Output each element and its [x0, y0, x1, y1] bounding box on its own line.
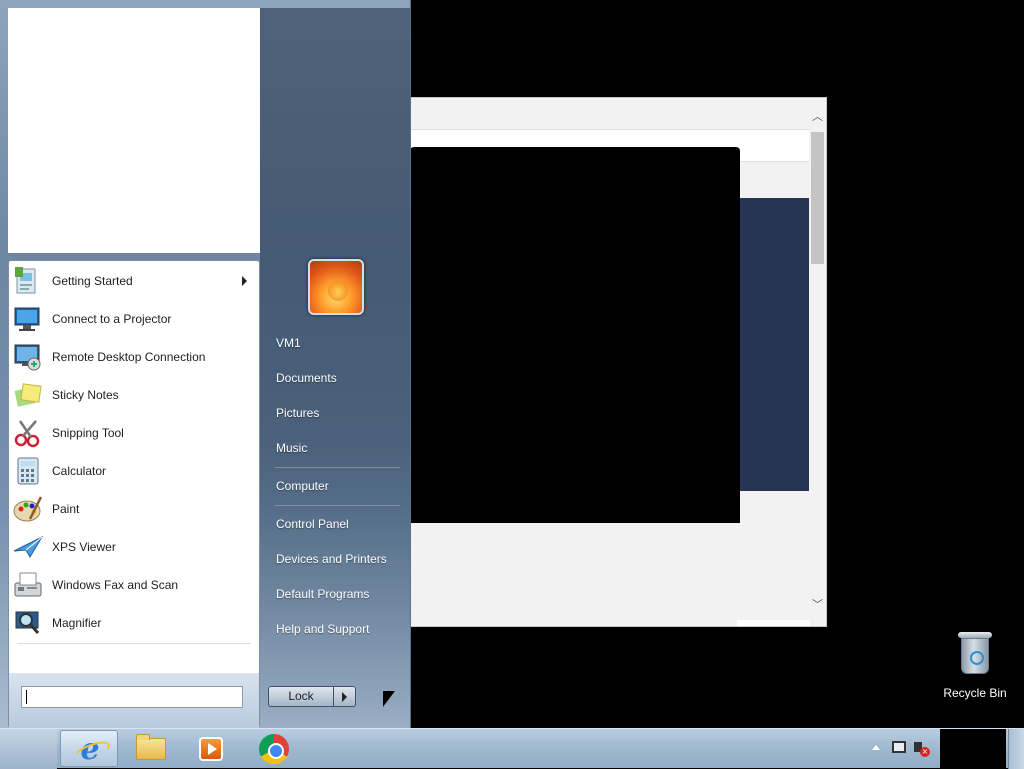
link-user-folder[interactable]: VM1 — [276, 336, 301, 350]
shutdown-options-button[interactable] — [334, 686, 356, 707]
video-overlay — [410, 147, 740, 523]
sticky-notes-icon — [12, 379, 44, 411]
submenu-arrow-icon[interactable] — [242, 276, 247, 286]
program-getting-started[interactable]: Getting Started — [9, 263, 259, 299]
program-connect-projector[interactable]: Connect to a Projector — [9, 301, 259, 337]
program-label: Connect to a Projector — [52, 312, 172, 326]
program-list-divider — [17, 643, 251, 644]
right-links-divider — [274, 505, 400, 506]
getting-started-icon — [12, 265, 44, 297]
remote-desktop-icon — [12, 341, 44, 373]
taskbar: e × — [0, 728, 1024, 769]
recycle-bin-label: Recycle Bin — [943, 686, 1007, 700]
link-help-support[interactable]: Help and Support — [276, 622, 369, 636]
start-menu-right-pane — [260, 8, 410, 728]
fax-icon — [12, 569, 44, 601]
program-label: Windows Fax and Scan — [52, 578, 179, 592]
start-menu: Getting Started Connect to a Projector R… — [0, 0, 411, 728]
taskbar-media-player[interactable] — [183, 730, 241, 767]
paint-palette-icon — [12, 493, 44, 525]
network-icon[interactable] — [892, 741, 906, 753]
recycle-bin[interactable]: Recycle Bin — [940, 630, 1010, 700]
program-fax-scan[interactable]: Windows Fax and Scan — [9, 567, 259, 603]
scroll-down-icon[interactable]: ﹀ — [811, 596, 824, 612]
mouse-cursor-icon — [383, 691, 395, 707]
muted-x-icon: × — [920, 747, 930, 757]
program-label: Getting Started — [52, 274, 133, 288]
clock-area[interactable] — [940, 729, 1006, 769]
taskbar-chrome[interactable] — [245, 730, 303, 767]
program-snipping-tool[interactable]: Snipping Tool — [9, 415, 259, 451]
program-sticky-notes[interactable]: Sticky Notes — [9, 377, 259, 413]
projector-icon — [12, 303, 44, 335]
link-computer[interactable]: Computer — [276, 479, 329, 493]
internet-explorer-icon: e — [75, 735, 105, 765]
program-magnifier[interactable]: Magnifier — [9, 605, 259, 641]
system-tray: × — [864, 729, 940, 769]
link-default-programs[interactable]: Default Programs — [276, 587, 369, 601]
link-control-panel[interactable]: Control Panel — [276, 517, 349, 531]
chevron-right-icon — [342, 692, 347, 702]
link-music[interactable]: Music — [276, 441, 307, 455]
scrollbar-thumb[interactable] — [811, 132, 824, 264]
file-explorer-icon — [136, 734, 166, 760]
program-list-pane: Getting Started Connect to a Projector R… — [8, 260, 260, 728]
program-label: Sticky Notes — [52, 388, 119, 402]
program-remote-desktop[interactable]: Remote Desktop Connection — [9, 339, 259, 375]
taskbar-internet-explorer[interactable]: e — [60, 730, 118, 767]
start-search-input[interactable] — [21, 686, 243, 708]
scroll-up-icon[interactable]: ︿ — [811, 108, 824, 124]
program-label: Remote Desktop Connection — [52, 350, 206, 364]
program-label: Paint — [52, 502, 80, 516]
desktop: msn ︿ ﹀ Getting Started — [0, 0, 1024, 769]
program-xps-viewer[interactable]: XPS Viewer — [9, 529, 259, 565]
taskbar-file-explorer[interactable] — [122, 730, 180, 767]
lock-button[interactable]: Lock — [268, 686, 334, 707]
xps-viewer-icon — [12, 531, 44, 563]
program-paint[interactable]: Paint — [9, 491, 259, 527]
media-player-icon — [199, 737, 223, 761]
magnifier-icon — [12, 607, 44, 639]
page-footer-strip — [737, 620, 810, 626]
program-label: XPS Viewer — [52, 540, 116, 554]
program-label: Magnifier — [52, 616, 102, 630]
browser-scrollbar[interactable]: ︿ ﹀ — [809, 108, 826, 618]
user-avatar[interactable] — [308, 259, 364, 315]
overlay-white-panel — [130, 147, 260, 253]
program-calculator[interactable]: Calculator — [9, 453, 259, 489]
calculator-icon — [12, 455, 44, 487]
show-desktop-button[interactable] — [1008, 729, 1024, 769]
link-pictures[interactable]: Pictures — [276, 406, 319, 420]
show-hidden-icons-icon[interactable] — [872, 745, 880, 750]
link-documents[interactable]: Documents — [276, 371, 337, 385]
bin-body — [961, 638, 989, 674]
right-links-divider — [274, 467, 400, 468]
chrome-icon — [259, 734, 289, 764]
scissors-icon — [12, 417, 44, 449]
search-area — [9, 673, 259, 728]
program-label: Calculator — [52, 464, 107, 478]
start-button[interactable] — [0, 729, 57, 769]
program-label: Snipping Tool — [52, 426, 124, 440]
text-caret — [26, 690, 27, 704]
link-devices-printers[interactable]: Devices and Printers — [276, 552, 387, 566]
recycle-bin-icon — [958, 630, 992, 676]
